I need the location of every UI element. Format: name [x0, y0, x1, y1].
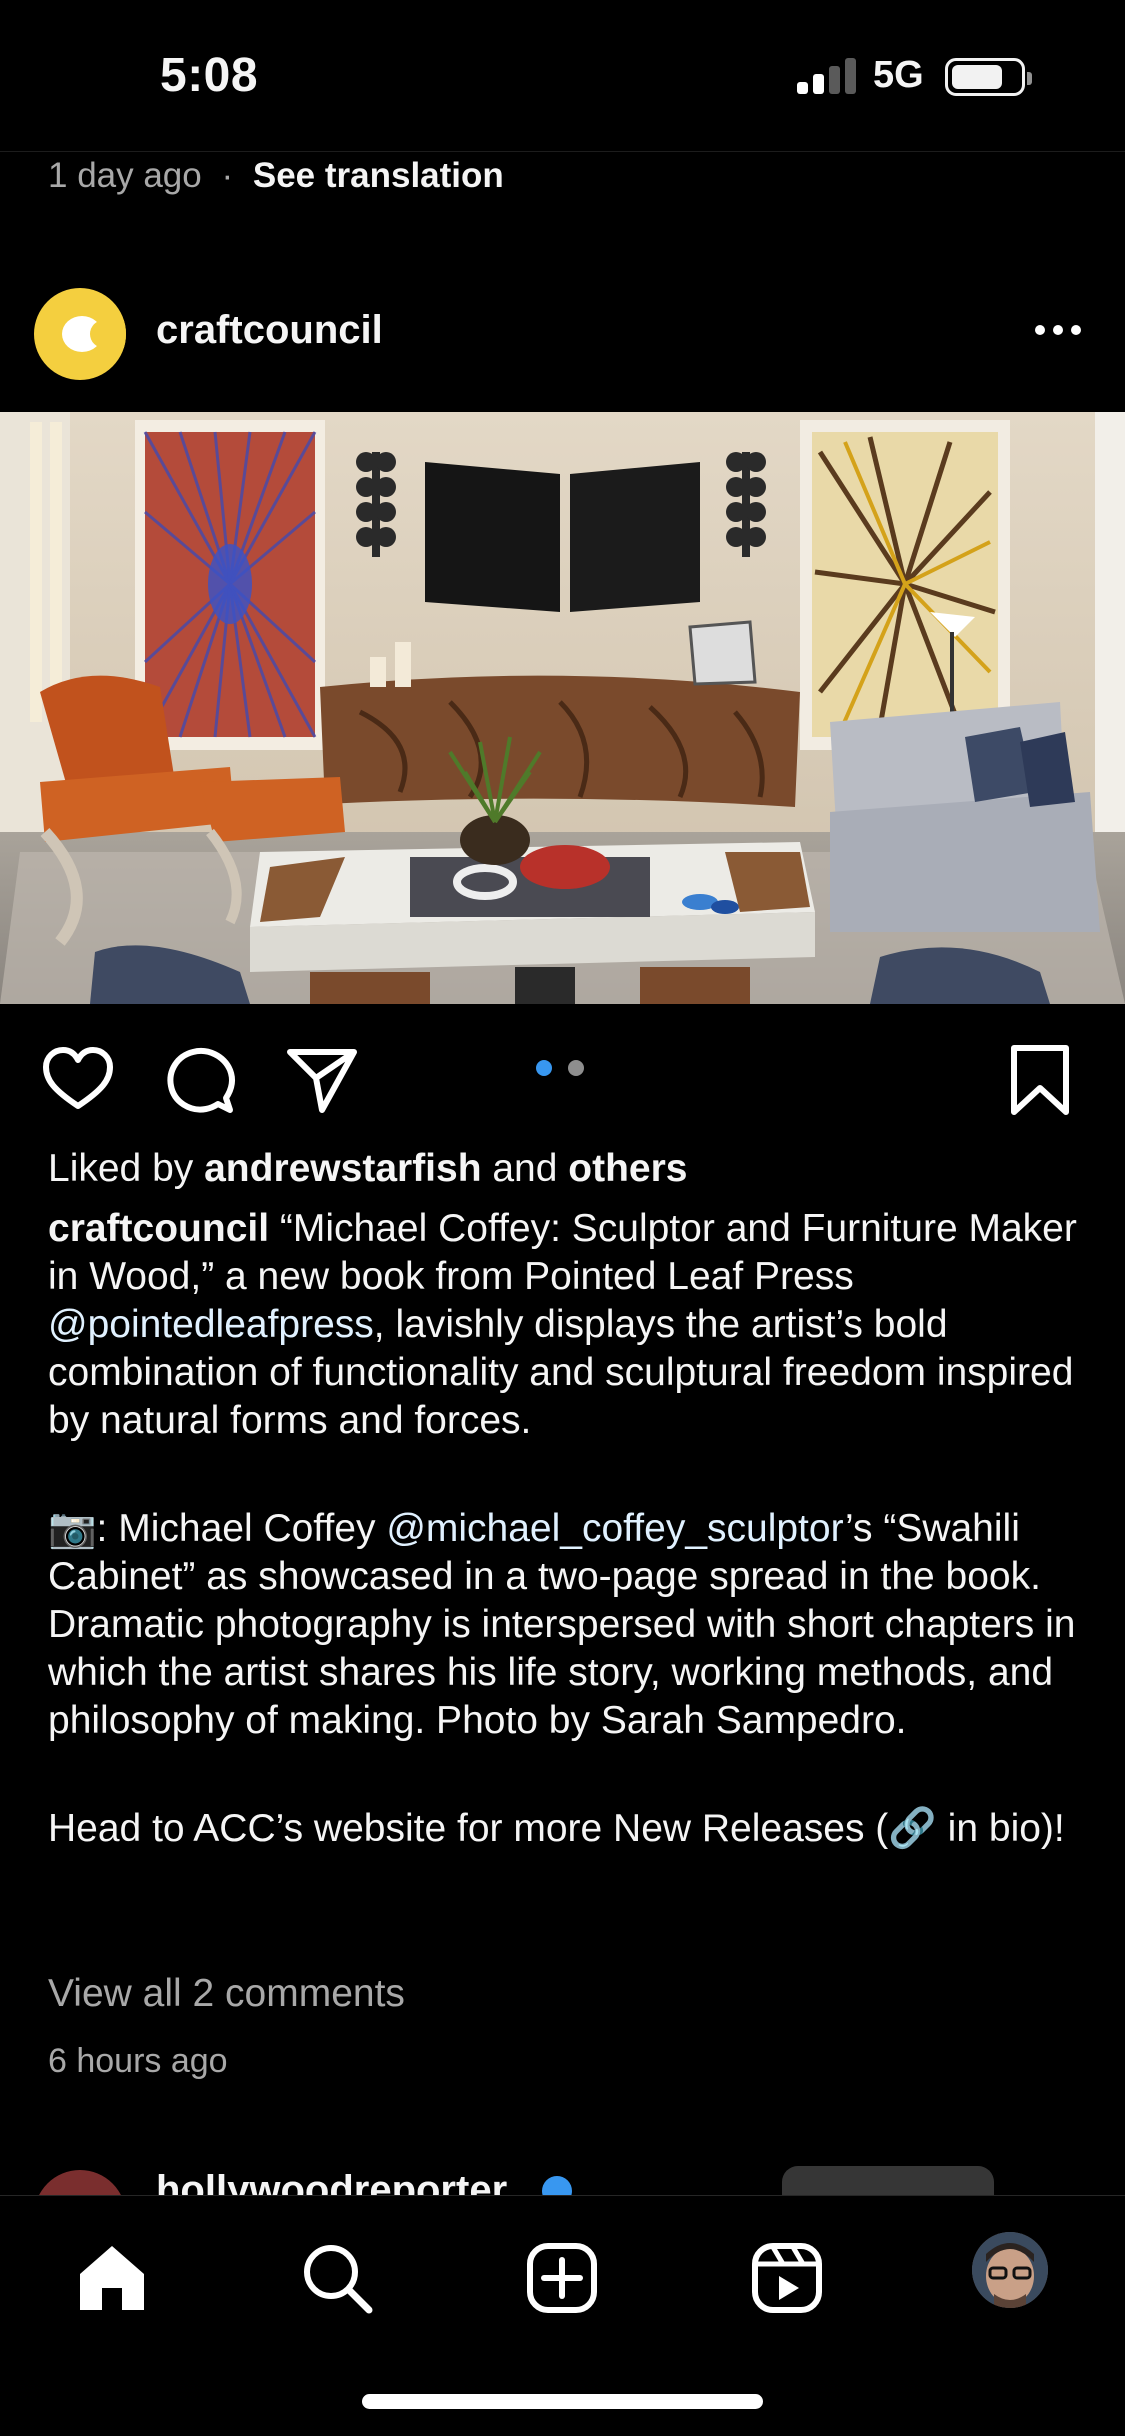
carousel-dot	[568, 1060, 584, 1076]
share-send-icon[interactable]	[282, 1040, 362, 1120]
caption-paragraph-3: Head to ACC’s website for more New Relea…	[48, 1807, 1065, 1850]
craftcouncil-avatar[interactable]	[34, 288, 126, 380]
caption-paragraph-1: craftcouncil “Michael Coffey: Sculptor a…	[48, 1207, 1077, 1442]
status-time: 5:08	[160, 49, 259, 102]
previous-post-meta: 1 day ago · See translation	[48, 156, 504, 196]
mention-pointedleafpress[interactable]: @pointedleafpress	[48, 1303, 374, 1346]
more-options-icon[interactable]	[1028, 310, 1088, 350]
reels-icon[interactable]	[747, 2238, 827, 2318]
liked-by-others[interactable]: others	[568, 1147, 687, 1190]
verified-badge-icon	[542, 2176, 572, 2195]
save-bookmark-icon[interactable]	[1000, 1040, 1080, 1120]
create-post-icon[interactable]	[522, 2238, 602, 2318]
meta-separator: ·	[221, 156, 234, 195]
caption-author[interactable]: craftcouncil	[48, 1207, 269, 1250]
post-caption: craftcouncil “Michael Coffey: Sculptor a…	[48, 1205, 1088, 1913]
hollywoodreporter-avatar[interactable]	[34, 2170, 126, 2195]
previous-post-time: 1 day ago	[48, 156, 202, 195]
post-timestamp: 6 hours ago	[48, 2042, 228, 2080]
post-photo[interactable]	[0, 412, 1125, 1004]
network-type: 5G	[873, 54, 924, 96]
next-post-username[interactable]: hollywoodreporter	[156, 2168, 507, 2195]
liked-by-user[interactable]: andrewstarfish	[204, 1147, 481, 1190]
interior-photo-illustration	[0, 412, 1125, 1004]
caption-paragraph-2: 📷: Michael Coffey @michael_coffey_sculpt…	[48, 1507, 1076, 1742]
mention-michael-coffey[interactable]: @michael_coffey_sculptor	[386, 1507, 845, 1550]
comment-icon[interactable]	[160, 1040, 240, 1120]
follow-button[interactable]	[782, 2166, 994, 2195]
home-icon[interactable]	[72, 2238, 152, 2318]
like-heart-icon[interactable]	[38, 1040, 118, 1120]
cellular-signal-icon	[797, 58, 857, 94]
search-icon[interactable]	[297, 2238, 377, 2318]
post-action-bar	[0, 1030, 1125, 1130]
see-translation-link[interactable]: See translation	[253, 156, 504, 195]
carousel-dot-active	[536, 1060, 552, 1076]
status-bar: 5:08 5G	[0, 0, 1125, 152]
profile-avatar[interactable]	[972, 2232, 1048, 2308]
carousel-indicator	[536, 1060, 596, 1076]
post-header: craftcouncil	[0, 280, 1125, 390]
home-indicator[interactable]	[362, 2394, 763, 2409]
next-post-header: hollywoodreporter	[0, 2150, 1125, 2195]
likes-line: Liked by andrewstarfish and others	[48, 1147, 688, 1190]
view-all-comments-link[interactable]: View all 2 comments	[48, 1972, 405, 2016]
battery-icon	[945, 58, 1032, 96]
post-username[interactable]: craftcouncil	[156, 308, 383, 353]
